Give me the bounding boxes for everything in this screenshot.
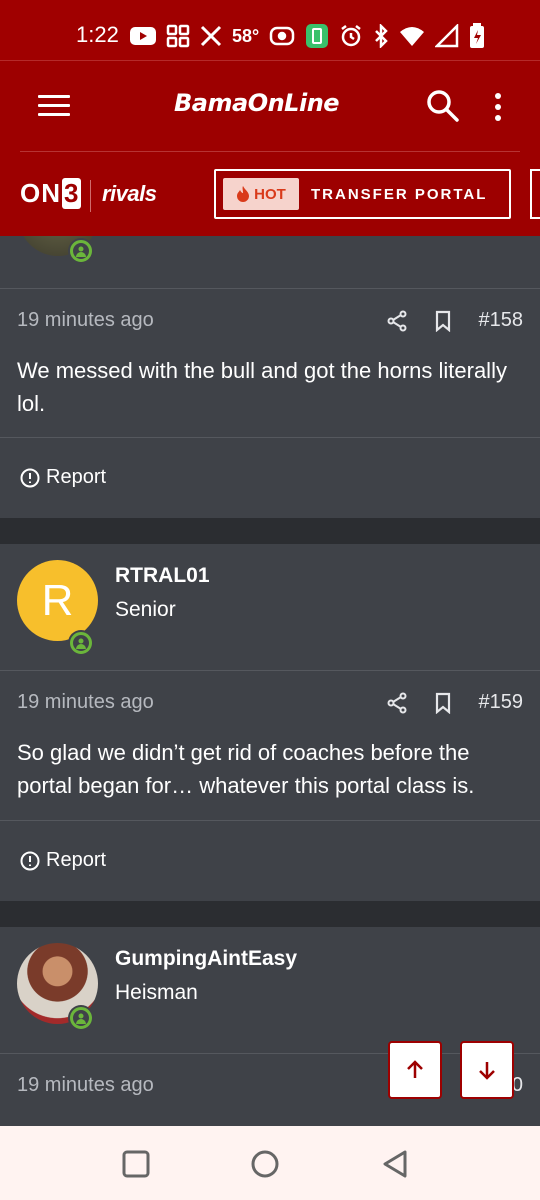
more-vertical-icon[interactable] (488, 91, 508, 123)
system-nav-bar (0, 1126, 540, 1200)
home-icon[interactable] (251, 1150, 279, 1178)
username[interactable]: GumpingAintEasy (115, 947, 297, 971)
site-logo[interactable]: BamaOnLine (174, 89, 340, 117)
transfer-portal-button[interactable]: HOT TRANSFER PORTAL (214, 169, 511, 219)
back-icon[interactable] (381, 1150, 409, 1178)
online-status-icon (68, 630, 94, 656)
arrow-up-icon (407, 1060, 423, 1078)
hotspot-icon (269, 22, 295, 50)
post-time[interactable]: 19 minutes ago (17, 309, 154, 332)
wifi-icon (399, 22, 425, 50)
post-number[interactable]: #158 (479, 309, 524, 332)
alert-circle-icon (20, 468, 40, 487)
logo-separator (90, 180, 91, 212)
share-icon[interactable] (387, 692, 407, 714)
post-number[interactable]: #159 (479, 691, 524, 714)
battery-saver-icon (305, 22, 329, 50)
post-separator (0, 518, 540, 544)
post-158-body: 19 minutes ago #158 We messed with the b… (0, 289, 540, 437)
on3-number: 3 (62, 178, 82, 209)
share-icon[interactable] (387, 310, 407, 332)
report-label: Report (46, 849, 107, 871)
post-time[interactable]: 19 minutes ago (17, 1074, 154, 1097)
report-label: Report (46, 466, 107, 488)
post-159-body: 19 minutes ago #159 So glad we didn’t ge… (0, 671, 540, 820)
transfer-portal-label: TRANSFER PORTAL (311, 185, 488, 203)
post-header-partial (0, 236, 540, 288)
status-time: 1:22 (76, 22, 119, 47)
status-icons: 58° (130, 22, 485, 50)
alert-circle-icon (20, 851, 40, 870)
hamburger-icon[interactable] (38, 95, 70, 117)
search-icon[interactable] (426, 89, 460, 123)
arrow-down-icon (479, 1062, 495, 1080)
status-temperature: 58° (232, 25, 260, 46)
on3-logo[interactable]: ON 3 (20, 178, 82, 209)
post-actions: #158 (387, 309, 524, 332)
scroll-up-button[interactable] (388, 1041, 442, 1099)
user-rank: Heisman (115, 981, 198, 1004)
username[interactable]: RTRAL01 (115, 564, 210, 588)
post-actions: #159 (387, 691, 524, 714)
scroll-down-button[interactable] (460, 1041, 514, 1099)
brand-strip: ON 3 rivals HOT TRANSFER PORTAL (0, 152, 540, 236)
post-separator (0, 901, 540, 927)
avatar[interactable]: R (17, 560, 98, 641)
post-160-body: 19 minutes ago 0 (0, 1054, 540, 1126)
post-160-header: GumpingAintEasy Heisman (0, 927, 540, 1053)
report-button[interactable]: Report (20, 849, 106, 872)
bluetooth-icon (373, 22, 389, 50)
online-status-icon (68, 238, 94, 264)
post-158-footer: Report (0, 438, 540, 518)
post-feed: 19 minutes ago #158 We messed with the b… (0, 236, 540, 1126)
battery-icon (469, 22, 485, 50)
grid-app-icon (166, 22, 190, 50)
post-time[interactable]: 19 minutes ago (17, 691, 154, 714)
signal-icon (435, 22, 459, 50)
post-text: We messed with the bull and got the horn… (17, 358, 507, 416)
user-rank: Senior (115, 598, 176, 621)
recents-icon[interactable] (122, 1150, 150, 1178)
bookmark-icon[interactable] (435, 310, 451, 332)
post-text: So glad we didn’t get rid of coaches bef… (17, 740, 475, 798)
next-strip-button[interactable] (530, 169, 540, 219)
hot-badge: HOT (223, 178, 299, 210)
bookmark-icon[interactable] (435, 692, 451, 714)
youtube-icon (130, 22, 156, 50)
online-status-icon (68, 1005, 94, 1031)
post-159-header: R RTRAL01 Senior (0, 544, 540, 670)
post-159-footer: Report (0, 821, 540, 901)
status-bar: 1:22 58° (0, 0, 540, 60)
report-button[interactable]: Report (20, 466, 106, 489)
app-header: BamaOnLine (0, 60, 540, 152)
rivals-logo[interactable]: rivals (102, 181, 157, 207)
alarm-icon (339, 22, 363, 50)
x-icon (200, 22, 222, 50)
on3-label: ON (20, 178, 61, 208)
hot-label: HOT (254, 185, 286, 203)
flame-icon (237, 186, 250, 202)
